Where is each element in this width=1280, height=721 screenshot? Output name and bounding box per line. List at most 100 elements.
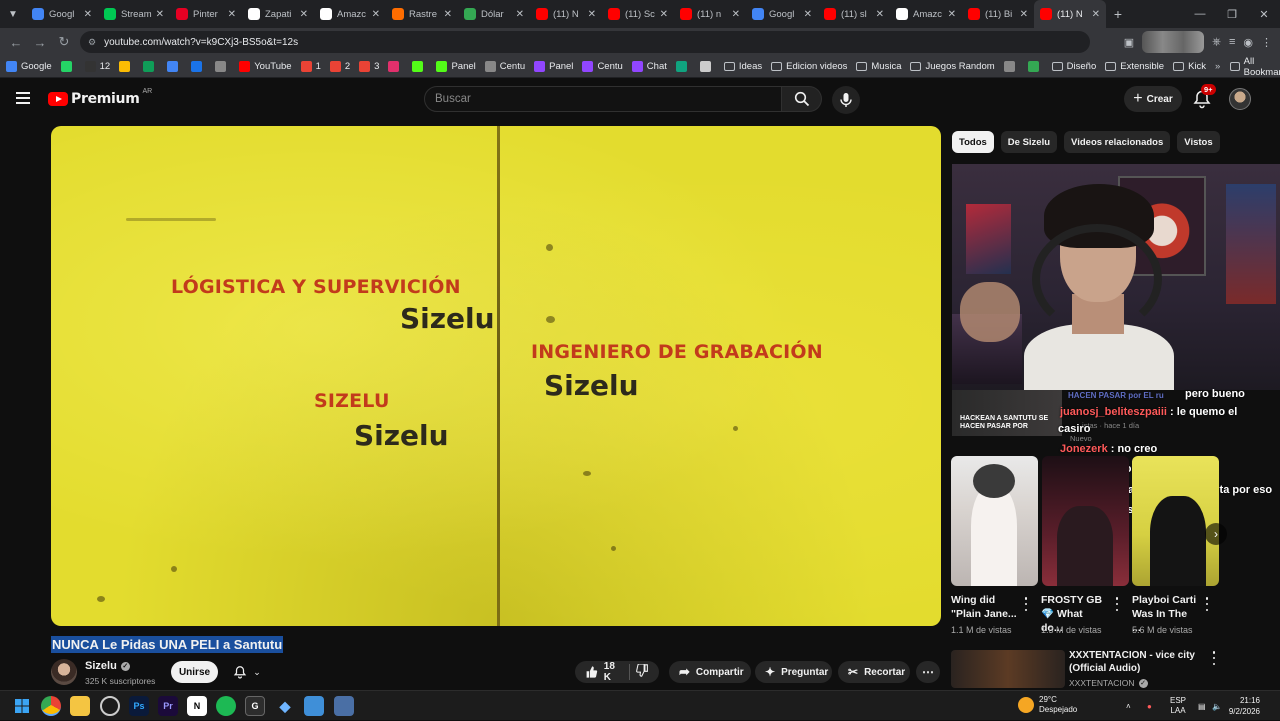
short-1-menu-icon[interactable] [1023, 597, 1029, 611]
browser-tab[interactable]: (11) N ✕ [1034, 0, 1106, 28]
tab-close-icon[interactable]: ✕ [1092, 9, 1100, 20]
youtube-logo[interactable]: Premium AR [48, 88, 152, 107]
bookmark-item[interactable] [388, 61, 403, 72]
browser-tab[interactable]: Rastre ✕ [386, 0, 458, 28]
bookmark-folder[interactable]: Extensible [1105, 61, 1164, 72]
bookmark-item[interactable]: Centu [484, 61, 525, 72]
minimize-icon[interactable]: — [1184, 0, 1216, 28]
browser-tab[interactable]: (11) N ✕ [530, 0, 602, 28]
tab-close-icon[interactable]: ✕ [732, 9, 740, 20]
voice-search-button[interactable] [832, 86, 860, 114]
clip-button[interactable]: ✂ Recortar [838, 661, 910, 683]
recommended-thumbnail[interactable]: HACKEAN A SANTUTU SE HACEN PASAR POR [952, 390, 1062, 436]
windows-start-icon[interactable] [12, 696, 32, 716]
weather-widget[interactable]: 29°C Despejado [1018, 695, 1077, 715]
bookmark-item[interactable] [1027, 61, 1043, 72]
show-hidden-icons[interactable]: ˄ [1126, 691, 1131, 721]
search-input[interactable]: Buscar [424, 86, 782, 112]
profile-icon[interactable]: ◉ [1243, 36, 1253, 49]
bookmark-item[interactable] [119, 61, 134, 72]
site-info-icon[interactable]: ⚙ [88, 37, 96, 48]
bookmark-item[interactable] [412, 61, 427, 72]
browser-tab[interactable]: (11) sl ✕ [818, 0, 890, 28]
bookmark-folder[interactable]: Edicion videos [771, 61, 847, 72]
shorts-next-button[interactable]: › [1205, 523, 1227, 545]
bookmark-item[interactable]: Google [6, 61, 52, 72]
subscribe-bell-button[interactable]: ⌄ [226, 661, 268, 683]
channel-avatar[interactable] [51, 659, 77, 685]
premiere-icon[interactable]: Pr [158, 696, 178, 716]
obs-icon[interactable] [100, 696, 120, 716]
dislike-button[interactable] [636, 663, 649, 680]
tab-close-icon[interactable]: ✕ [156, 9, 164, 20]
tab-close-icon[interactable]: ✕ [228, 9, 236, 20]
chrome-taskbar-icon[interactable] [41, 696, 61, 716]
recommended-video-thumbnail[interactable] [951, 650, 1065, 688]
browser-tab[interactable]: Zapati ✕ [242, 0, 314, 28]
tab-close-icon[interactable]: ✕ [876, 9, 884, 20]
recommended-menu-icon[interactable] [1211, 651, 1217, 665]
spotify-icon[interactable] [216, 696, 236, 716]
more-actions-button[interactable]: ⋯ [916, 661, 940, 683]
browser-tab[interactable]: Stream ✕ [98, 0, 170, 28]
tab-close-icon[interactable]: ✕ [300, 9, 308, 20]
account-avatar[interactable] [1229, 88, 1251, 110]
recommended-video-title[interactable]: XXXTENTACION - vice city (Official Audio… [1069, 649, 1199, 675]
create-button[interactable]: + Crear [1124, 86, 1182, 112]
tab-close-icon[interactable]: ✕ [84, 9, 92, 20]
address-bar[interactable]: ⚙ youtube.com/watch?v=k9CXj3-BS5o&t=12s [80, 31, 1090, 53]
browser-tab[interactable]: Amazc ✕ [890, 0, 962, 28]
channel-name[interactable]: Sizelu ✓ [85, 660, 130, 672]
bookmark-item[interactable]: 2 [329, 61, 350, 72]
bookmark-item[interactable]: YouTube [239, 61, 292, 72]
bookmark-item[interactable]: Chat [631, 61, 667, 72]
tab-close-icon[interactable]: ✕ [372, 9, 380, 20]
short-thumbnail-3[interactable] [1132, 456, 1219, 586]
short-2-menu-icon[interactable] [1114, 597, 1120, 611]
reload-icon[interactable]: ↻ [52, 30, 76, 54]
bookmark-folder[interactable]: Ideas [723, 61, 762, 72]
browser-menu-icon[interactable]: ⋮ [1261, 36, 1272, 49]
join-button[interactable]: Unirse [171, 661, 218, 683]
tab-close-icon[interactable]: ✕ [444, 9, 452, 20]
short-3-menu-icon[interactable] [1204, 597, 1210, 611]
bookmark-folder[interactable]: Kick [1173, 61, 1206, 72]
extensions-icon[interactable]: ⎈ [1212, 36, 1221, 49]
bookmark-item[interactable] [143, 61, 158, 72]
language-indicator[interactable]: ESP LAA [1170, 691, 1186, 721]
back-icon[interactable]: ← [4, 30, 28, 54]
bookmark-item[interactable]: Panel [534, 61, 573, 72]
chip-vistos[interactable]: Vistos [1177, 131, 1220, 153]
bookmark-folder[interactable]: Diseño [1051, 61, 1096, 72]
chip-todos[interactable]: Todos [952, 131, 994, 153]
video-player[interactable]: LÓGISTICA Y SUPERVICIÓN Sizelu SIZELU Si… [51, 126, 941, 626]
bookmark-item[interactable] [60, 61, 76, 72]
bookmark-item[interactable] [191, 61, 206, 72]
calculator-icon[interactable] [334, 696, 354, 716]
network-icon[interactable]: ▤ [1198, 691, 1206, 721]
tab-close-icon[interactable]: ✕ [588, 9, 596, 20]
tab-search-icon[interactable]: ▼ [0, 0, 26, 28]
bookmark-item[interactable] [675, 61, 691, 72]
bookmark-item[interactable]: 3 [359, 61, 379, 72]
tab-close-icon[interactable]: ✕ [948, 9, 956, 20]
tab-close-icon[interactable]: ✕ [516, 9, 524, 20]
tab-close-icon[interactable]: ✕ [1020, 9, 1028, 20]
bookmark-item[interactable] [699, 61, 715, 72]
browser-tab[interactable]: Dólar ✕ [458, 0, 530, 28]
bookmark-item[interactable]: 1 [300, 61, 321, 72]
photoshop-icon[interactable]: Ps [129, 696, 149, 716]
browser-tab[interactable]: (11) n ✕ [674, 0, 746, 28]
close-window-icon[interactable]: ✕ [1248, 0, 1280, 28]
ask-button[interactable]: ✦ Preguntar [755, 661, 832, 683]
microphone-tray-icon[interactable]: ● [1147, 691, 1152, 721]
bookmark-item[interactable] [167, 61, 182, 72]
bookmark-folder[interactable]: Musica [856, 61, 901, 72]
bookmark-item[interactable] [215, 61, 230, 72]
bookmark-folder[interactable]: Juegos Random [910, 61, 995, 72]
browser-tab[interactable]: Googl ✕ [746, 0, 818, 28]
chip-de-sizelu[interactable]: De Sizelu [1000, 131, 1058, 153]
short-title-1[interactable]: Wing did "Plain Jane... [951, 593, 1017, 621]
browser-tab[interactable]: Googl ✕ [26, 0, 98, 28]
new-tab-button[interactable]: + [1106, 0, 1130, 28]
